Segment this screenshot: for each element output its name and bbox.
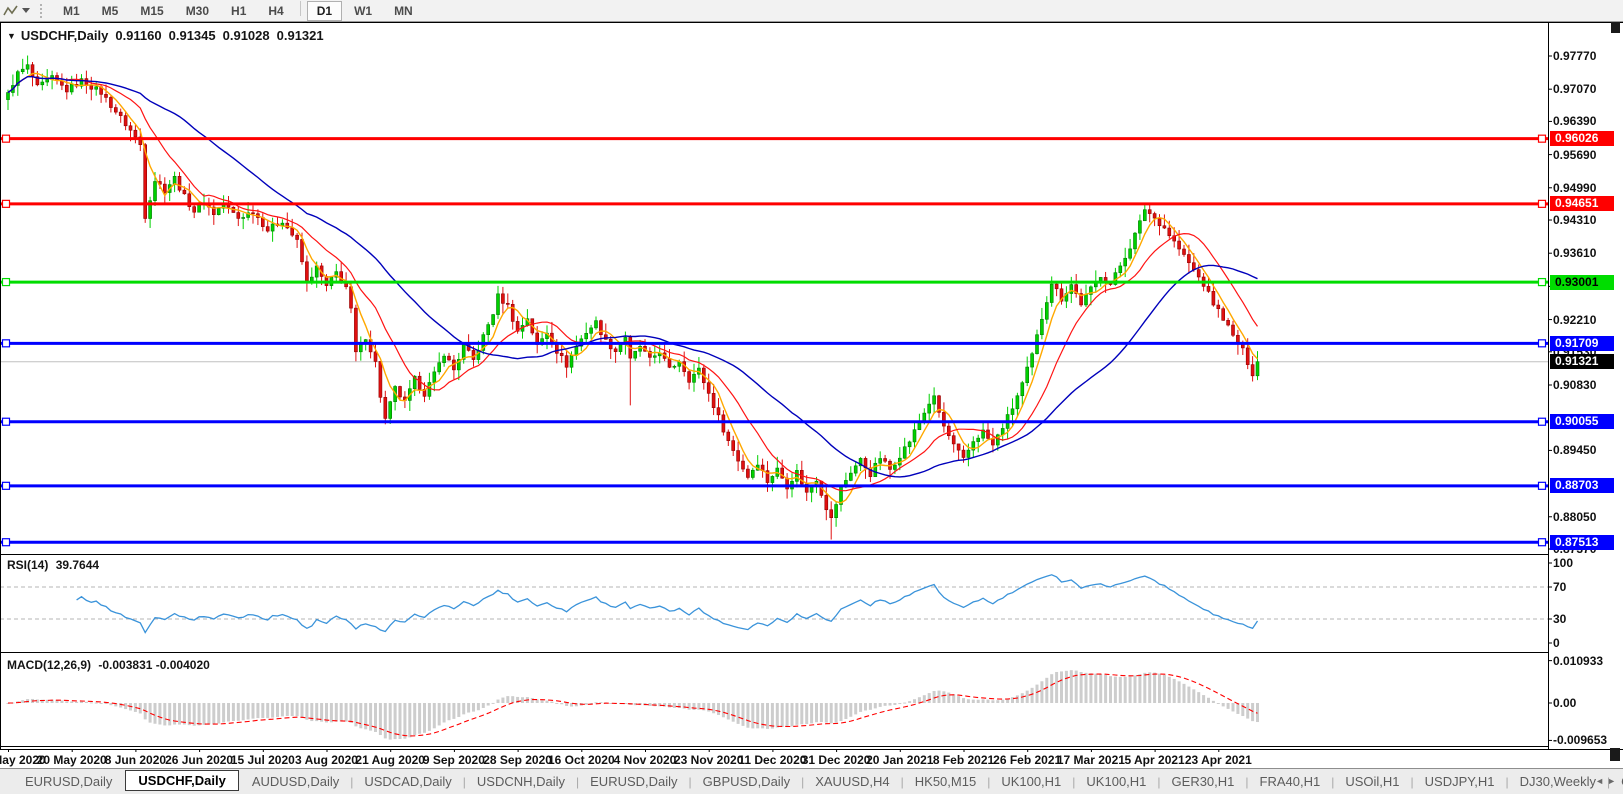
tab-ger30-h1[interactable]: GER30,H1	[1159, 771, 1248, 792]
macd-tick-label: 0.010933	[1553, 653, 1604, 668]
timeframe-button-w1[interactable]: W1	[344, 1, 382, 21]
rsi-indicator-label: RSI(14) 39.7644	[7, 558, 99, 572]
tab-uk100-h1[interactable]: UK100,H1	[1073, 771, 1159, 792]
open-value: 0.91160	[115, 28, 162, 43]
chart-tab-bar: EURUSD,Daily USDCHF,Daily AUDUSD,Daily | USD…	[0, 768, 1623, 794]
rsi-line	[76, 574, 1259, 634]
price-tick-label: 0.88050	[1553, 509, 1597, 524]
macd-values: -0.003831 -0.004020	[98, 658, 210, 672]
chart-title: ▼ USDCHF,Daily 0.91160 0.91345 0.91028 0.9132…	[7, 28, 324, 43]
tab-gbpusd-daily[interactable]: GBPUSD,Daily	[690, 771, 803, 792]
level-line-handle[interactable]	[1537, 134, 1547, 143]
price-tick-label: 0.94990	[1553, 180, 1597, 195]
level-line-handle[interactable]	[1, 481, 11, 490]
price-tick-label: 0.96390	[1553, 114, 1597, 129]
tab-uk100-h1[interactable]: UK100,H1	[988, 771, 1074, 792]
tab-scroll-left-icon[interactable]: ◄	[1595, 776, 1607, 786]
timeframe-buttons: M1 M5 M15 M30 H1 H4 D1 W1 MN	[52, 0, 424, 21]
tab-scroll-right-icon[interactable]: ►	[1607, 776, 1619, 786]
price-tick-label: 0.97770	[1553, 49, 1597, 63]
high-value: 0.91345	[168, 28, 216, 43]
collapse-triangle-icon[interactable]: ▼	[7, 31, 16, 41]
timeframe-button-m15[interactable]: M15	[130, 1, 173, 21]
timeframe-button-m1[interactable]: M1	[53, 1, 90, 21]
price-badge-0.94651: 0.94651	[1550, 196, 1614, 212]
rsi-tick-label: 100	[1553, 556, 1574, 570]
level-line-handle[interactable]	[1537, 417, 1547, 426]
rsi-tick-label: 30	[1553, 612, 1567, 626]
scale-end-marker-bottom[interactable]	[1610, 748, 1620, 761]
dropdown-caret-icon[interactable]	[22, 8, 30, 13]
tab-audusd-daily[interactable]: AUDUSD,Daily	[239, 771, 352, 792]
level-line-handle[interactable]	[1537, 277, 1547, 287]
close-value: 0.91321	[276, 28, 324, 43]
price-badge-0.93001: 0.93001	[1550, 274, 1614, 290]
symbol-period-label: USDCHF,Daily	[20, 28, 109, 43]
macd-tick-label: -0.009653	[1553, 733, 1608, 748]
level-line-handle[interactable]	[1, 134, 11, 143]
level-line-handle[interactable]	[1, 277, 11, 287]
zigzag-tool-icon[interactable]	[0, 2, 22, 20]
scale-end-marker-top[interactable]	[1611, 22, 1620, 33]
timeframe-button-m30[interactable]: M30	[176, 1, 219, 21]
macd-tick-label: 0.00	[1553, 696, 1577, 710]
low-value: 0.91028	[222, 28, 270, 43]
tab-scroll-arrows: ◄►	[1595, 776, 1619, 786]
toolbar-separator	[299, 0, 301, 16]
price-tick-label: 0.94310	[1553, 213, 1597, 228]
date-tick-label: 23 Apr 2021	[1184, 753, 1252, 767]
tab-eurusd-daily[interactable]: EURUSD,Daily	[12, 771, 125, 792]
timeframe-button-h1[interactable]: H1	[221, 1, 256, 21]
price-badge-0.88703: 0.88703	[1550, 478, 1614, 494]
level-line-handle[interactable]	[1, 417, 11, 426]
level-line-handle[interactable]	[1537, 199, 1547, 208]
price-badge-0.91709: 0.91709	[1550, 335, 1614, 351]
tab-xauusd-h4[interactable]: XAUUSD,H4	[802, 771, 902, 792]
level-line-handle[interactable]	[1537, 339, 1547, 348]
rsi-name: RSI(14)	[7, 558, 49, 572]
price-tick-label: 0.93610	[1553, 246, 1597, 261]
tab-eurusd-daily[interactable]: EURUSD,Daily	[577, 771, 690, 792]
price-tick-label: 0.90830	[1553, 377, 1597, 392]
price-badge-0.96026: 0.96026	[1550, 131, 1614, 147]
level-line-handle[interactable]	[1537, 538, 1547, 547]
macd-name: MACD(12,26,9)	[7, 658, 92, 672]
timeframe-button-mn[interactable]: MN	[384, 1, 423, 21]
level-line-handle[interactable]	[1, 339, 11, 348]
toolbar-grip[interactable]	[40, 3, 42, 18]
price-tick-label: 0.97070	[1553, 82, 1597, 97]
price-chart-canvas[interactable]	[0, 22, 1623, 752]
timeframe-button-d1[interactable]: D1	[306, 0, 343, 21]
tab-fra40-h1[interactable]: FRA40,H1	[1247, 771, 1334, 792]
timeframe-button-h4[interactable]: H4	[258, 1, 293, 21]
tab-dj30-weekly[interactable]: DJ30,Weekly	[1507, 771, 1609, 792]
tab-usdcad-daily[interactable]: USDCAD,Daily	[351, 771, 464, 792]
rsi-value: 39.7644	[55, 558, 100, 572]
tab-list: EURUSD,Daily USDCHF,Daily AUDUSD,Daily | USD…	[12, 770, 1623, 792]
price-badge-0.87513: 0.87513	[1550, 534, 1614, 550]
price-tick-label: 0.89450	[1553, 443, 1597, 458]
timeframe-button-m5[interactable]: M5	[92, 1, 129, 21]
price-badge-0.91321: 0.91321	[1550, 354, 1614, 370]
tab-usoil-h1[interactable]: USOil,H1	[1332, 771, 1412, 792]
macd-histogram	[6, 670, 1259, 740]
price-badge-0.90055: 0.90055	[1550, 414, 1614, 430]
tab-hk50-m15[interactable]: HK50,M15	[902, 771, 989, 792]
price-tick-label: 0.92210	[1553, 312, 1597, 327]
tab-usdjpy-h1[interactable]: USDJPY,H1	[1412, 771, 1508, 792]
macd-indicator-label: MACD(12,26,9) -0.003831 -0.004020	[7, 658, 210, 672]
tab-usdcnh-daily[interactable]: USDCNH,Daily	[464, 771, 578, 792]
chart-area: ▼ USDCHF,Daily 0.91160 0.91345 0.91028 0.9132…	[0, 22, 1623, 768]
price-tick-label: 0.95690	[1553, 147, 1597, 162]
timeframe-toolbar: M1 M5 M15 M30 H1 H4 D1 W1 MN	[0, 0, 1623, 22]
level-line-handle[interactable]	[1537, 481, 1547, 490]
rsi-tick-label: 70	[1553, 580, 1567, 594]
tab-usdchf-daily[interactable]: USDCHF,Daily	[125, 770, 239, 791]
moving-average-line-34	[7, 76, 1258, 478]
level-line-handle[interactable]	[1, 199, 11, 208]
level-line-handle[interactable]	[1, 538, 11, 547]
rsi-tick-label: 0	[1553, 636, 1560, 650]
